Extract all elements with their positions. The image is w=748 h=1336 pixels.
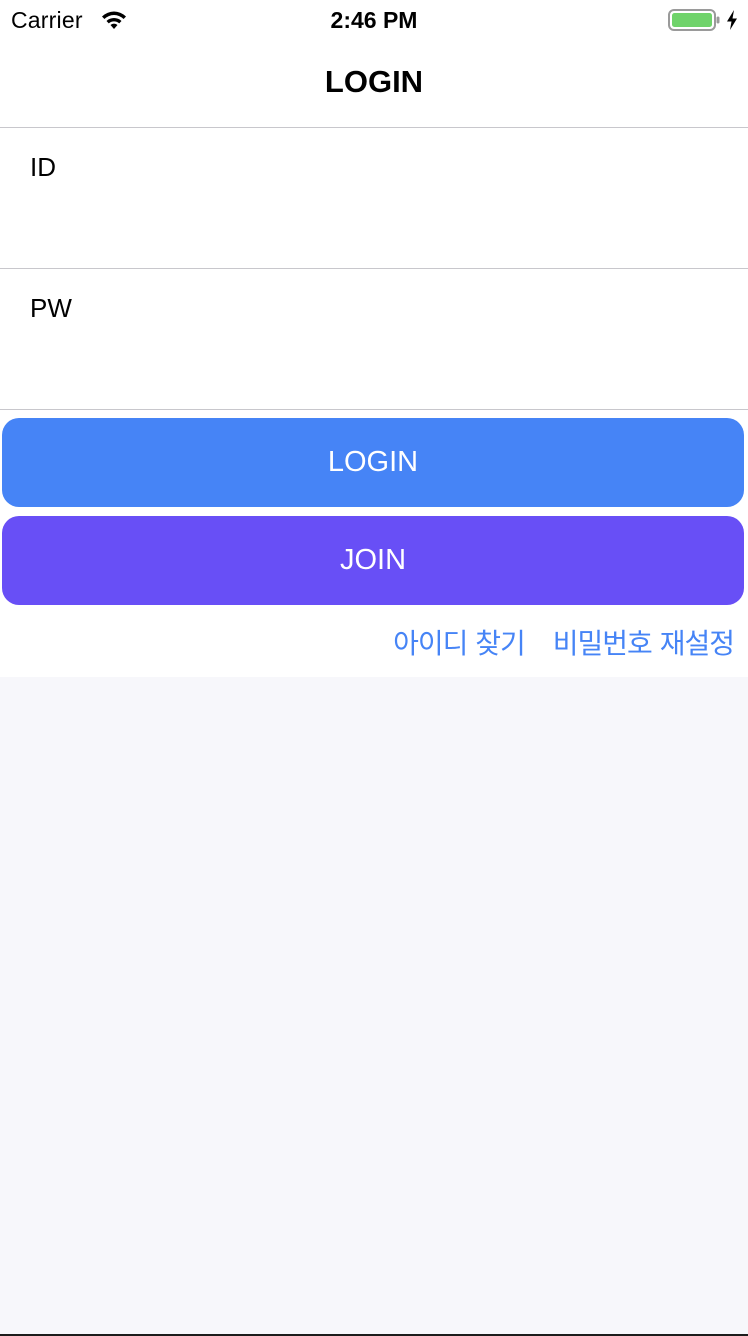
status-bar: Carrier 2:46 PM [0, 0, 748, 40]
account-links: 아이디 찾기 비밀번호 재설정 [393, 622, 735, 662]
pw-input[interactable] [30, 346, 730, 386]
pw-field-label: PW [30, 293, 72, 323]
status-time: 2:46 PM [330, 7, 418, 33]
id-field-divider [0, 268, 748, 269]
battery-icon [668, 9, 720, 31]
join-button[interactable]: JOIN [2, 516, 744, 605]
charging-bolt-icon [727, 10, 737, 30]
nav-divider [0, 127, 748, 128]
login-panel: Carrier 2:46 PM LOGIN ID PW LOGIN JOIN 아… [0, 0, 748, 677]
page-title: LOGIN [324, 64, 424, 99]
login-screen: Carrier 2:46 PM LOGIN ID PW LOGIN JOIN 아… [0, 0, 748, 1336]
pw-field-divider [0, 409, 748, 410]
id-input[interactable] [30, 205, 730, 245]
login-button[interactable]: LOGIN [2, 418, 744, 507]
reset-password-link[interactable]: 비밀번호 재설정 [553, 622, 735, 662]
find-id-link[interactable]: 아이디 찾기 [393, 622, 526, 662]
id-field-label: ID [30, 152, 56, 182]
